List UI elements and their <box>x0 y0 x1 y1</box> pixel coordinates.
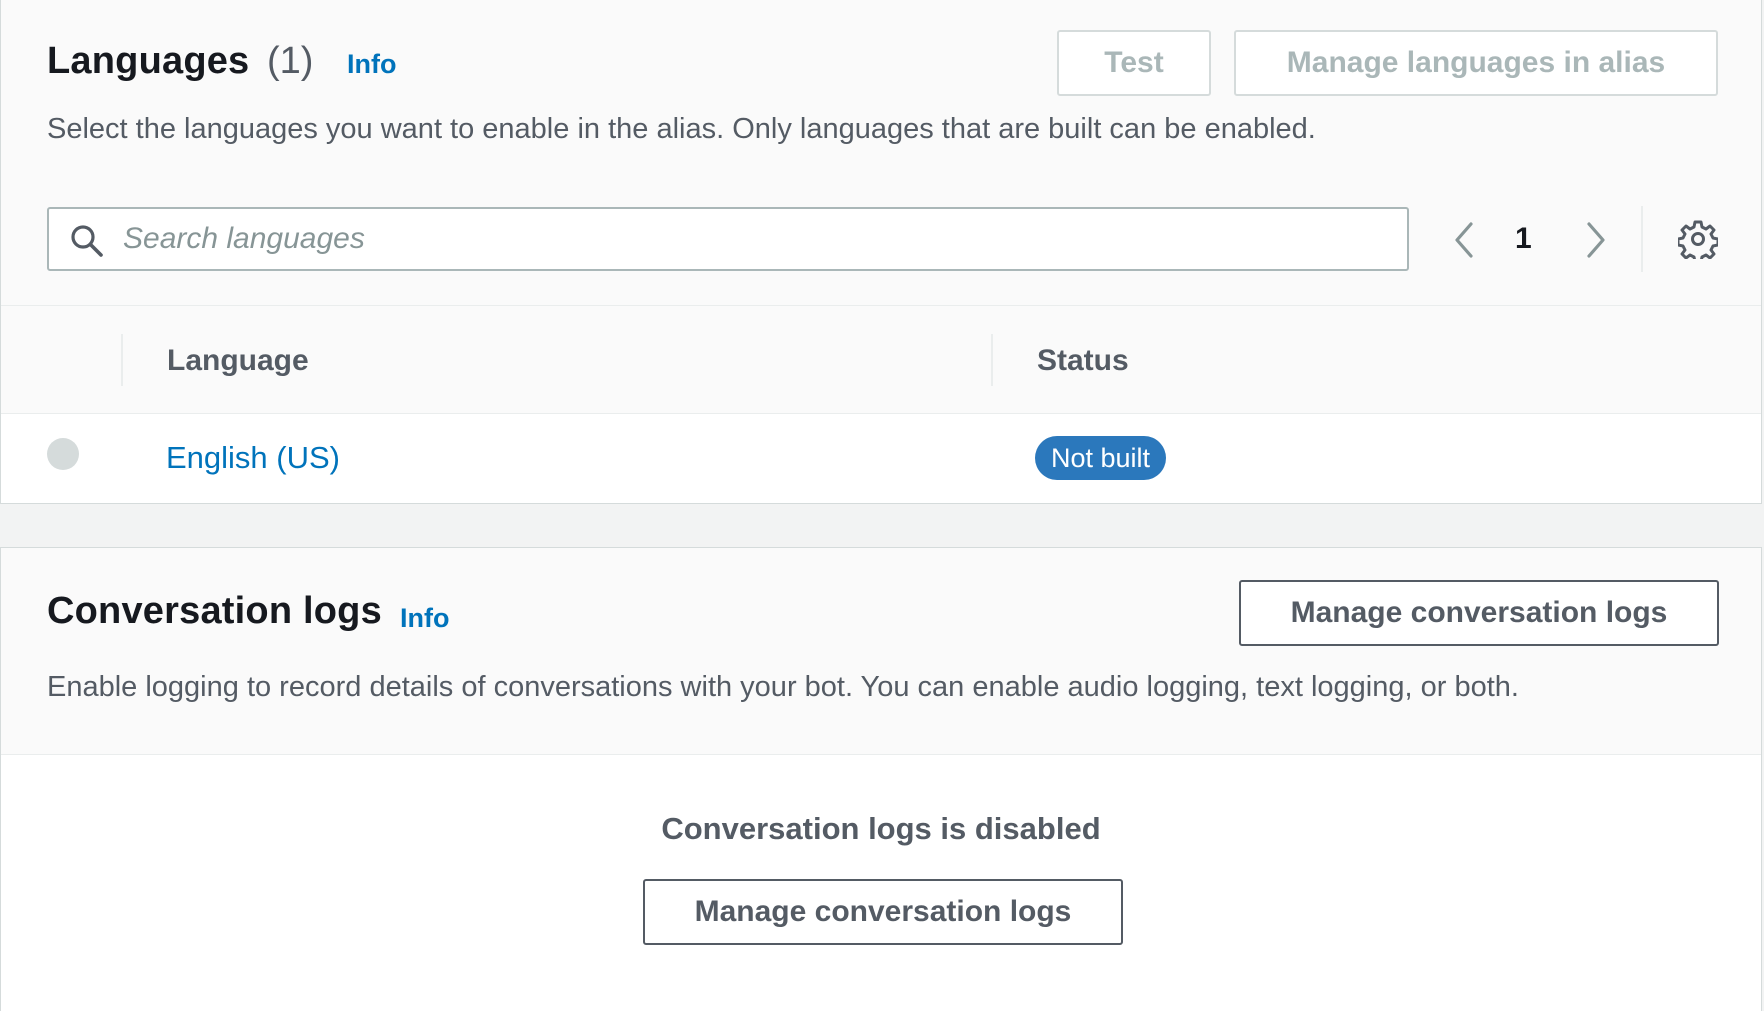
empty-state-title: Conversation logs is disabled <box>661 811 1101 846</box>
languages-table: Language Status English (US) Not built <box>1 305 1761 503</box>
conversation-logs-info-link[interactable]: Info <box>400 603 449 634</box>
empty-state-manage-button[interactable]: Manage conversation logs <box>643 879 1123 945</box>
column-divider <box>121 334 123 386</box>
languages-count: (1) <box>267 40 314 82</box>
row-select-radio[interactable] <box>47 438 79 470</box>
column-divider <box>991 334 993 386</box>
status-badge: Not built <box>1035 436 1167 480</box>
manage-languages-button[interactable]: Manage languages in alias <box>1234 30 1718 96</box>
chevron-left-icon[interactable] <box>1451 220 1479 265</box>
conversation-logs-empty-state: Conversation logs is disabled Manage con… <box>1 754 1761 1011</box>
languages-info-link[interactable]: Info <box>347 49 396 80</box>
search-input[interactable] <box>123 217 1393 261</box>
languages-panel: Languages (1) Info Test Manage languages… <box>0 0 1762 504</box>
languages-description: Select the languages you want to enable … <box>47 113 1316 145</box>
language-link[interactable]: English (US) <box>166 440 340 476</box>
search-icon <box>69 223 105 264</box>
languages-title: Languages <box>47 40 250 82</box>
page-number[interactable]: 1 <box>1515 222 1532 256</box>
conversation-logs-description: Enable logging to record details of conv… <box>47 671 1519 703</box>
manage-conversation-logs-button[interactable]: Manage conversation logs <box>1239 580 1719 646</box>
table-header: Language Status <box>1 306 1761 414</box>
test-button[interactable]: Test <box>1057 30 1211 96</box>
column-header-language[interactable]: Language <box>167 344 309 378</box>
conversation-logs-panel: Conversation logs Info Manage conversati… <box>0 547 1762 1011</box>
column-header-status[interactable]: Status <box>1037 344 1129 378</box>
search-field[interactable] <box>47 207 1409 271</box>
pagination-divider <box>1641 206 1643 272</box>
table-row: English (US) Not built <box>1 414 1761 504</box>
conversation-logs-title: Conversation logs <box>47 590 382 632</box>
chevron-right-icon[interactable] <box>1581 220 1609 265</box>
gear-icon[interactable] <box>1676 219 1720 264</box>
